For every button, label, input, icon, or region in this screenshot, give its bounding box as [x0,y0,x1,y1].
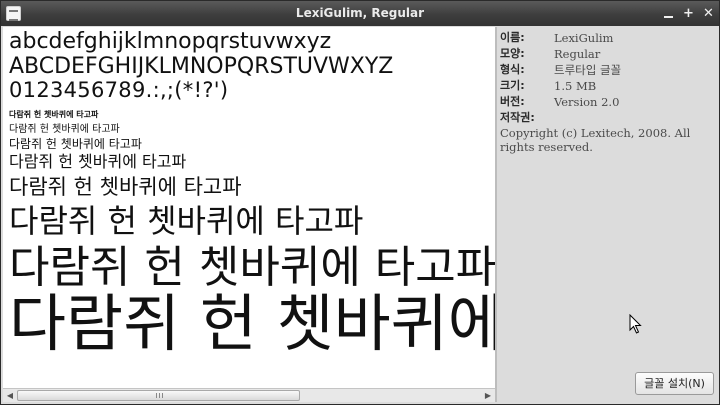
type-value: 트루타입 글꼴 [554,63,622,77]
minimize-icon [664,16,673,18]
version-label: 버전: [500,95,525,108]
minimize-button[interactable] [660,5,677,22]
style-label: 모양: [500,47,525,60]
size-value: 1.5 MB [554,79,597,93]
scroll-right-arrow-icon[interactable]: ▶ [481,389,495,402]
preview-lowercase: abcdefghijklmnopqrstuvwxyz [9,29,332,54]
preview-sample-size-5: 다람쥐 헌 쳇바퀴에 타고파 [9,175,242,199]
grip-icon [156,393,163,398]
font-preview-area: abcdefghijklmnopqrstuvwxyz ABCDEFGHIJKLM… [3,27,495,388]
maximize-button[interactable]: + [680,5,697,22]
window-title: LexiGulim, Regular [295,6,425,20]
scrollbar-thumb[interactable] [17,390,300,401]
version-value: Version 2.0 [554,95,620,109]
close-button[interactable]: ✕ [700,5,717,22]
horizontal-scrollbar[interactable]: ◀ ▶ [3,388,495,402]
preview-sample-size-7: 다람쥐 헌 쳇바퀴에 타고파 [9,242,495,293]
size-label: 크기: [500,79,525,92]
title-bar[interactable]: LexiGulim, Regular + ✕ [1,1,719,26]
preview-sample-size-4: 다람쥐 헌 쳇바퀴에 타고파 [9,152,187,171]
copyright-label: 저작권: [500,111,535,124]
copyright-value: Copyright (c) Lexitech, 2008. All rights… [500,126,691,154]
panel-divider[interactable] [495,27,497,402]
name-value: LexiGulim [554,31,614,45]
preview-sample-size-1: 다람쥐 헌 쳇바퀴에 타고파 [9,110,99,119]
preview-sample-size-8: 다람쥐 헌 쳇바퀴에 타고파 [9,287,495,360]
preview-sample-size-6: 다람쥐 헌 쳇바퀴에 타고파 [9,202,364,240]
scroll-left-arrow-icon[interactable]: ◀ [3,389,17,402]
install-font-button[interactable]: 글꼴 설치(N) [635,372,714,395]
name-label: 이름: [500,31,525,44]
preview-uppercase: ABCDEFGHIJKLMNOPQRSTUVWXYZ [9,54,394,79]
font-info-panel: 이름: LexiGulim 모양: Regular 형식: 트루타입 글꼴 크기… [500,28,718,378]
font-viewer-window: LexiGulim, Regular + ✕ abcdefghijklmnopq… [0,0,720,405]
style-value: Regular [554,47,601,61]
type-label: 형식: [500,63,525,76]
mouse-cursor-icon [629,314,642,334]
preview-sample-size-2: 다람쥐 헌 쳇바퀴에 타고파 [9,124,120,135]
preview-sample-size-3: 다람쥐 헌 쳇바퀴에 타고파 [9,137,142,151]
preview-digits-punctuation: 0123456789.:,;(*!?') [9,78,229,102]
